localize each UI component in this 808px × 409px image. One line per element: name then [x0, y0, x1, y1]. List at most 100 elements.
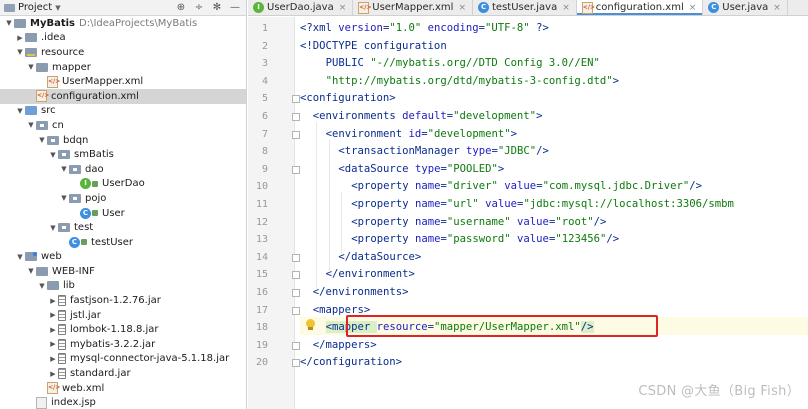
close-icon[interactable]: × [339, 3, 347, 13]
tree-item[interactable]: </> configuration.xml [0, 88, 246, 104]
code-token: <mappers> [312, 303, 371, 316]
editor-tab[interactable]: CtestUser.java × [473, 0, 577, 15]
fold-marker-icon[interactable] [292, 253, 300, 262]
chevron-right-icon[interactable]: ▶ [48, 326, 58, 334]
xml-file-icon: </> [47, 75, 60, 88]
tree-item[interactable]: ▶ lombok-1.18.8.jar [0, 322, 246, 337]
minimize-icon[interactable]: — [228, 2, 242, 13]
tree-item[interactable]: index.jsp [0, 395, 246, 409]
code-line[interactable]: "http://mybatis.org/dtd/mybatis-3-config… [326, 73, 619, 91]
code-line[interactable]: <mapper resource="mapper/UserMapper.xml"… [325, 319, 594, 337]
chevron-right-icon[interactable]: ▶ [48, 311, 58, 319]
tree-item[interactable]: ▼ web [0, 250, 246, 265]
tree-item-label: mapper [52, 61, 91, 73]
fold-marker-icon[interactable] [292, 95, 300, 104]
chevron-down-icon[interactable]: ▼ [26, 121, 36, 129]
fold-marker-icon[interactable] [292, 341, 300, 350]
chevron-down-icon[interactable]: ▼ [37, 136, 47, 144]
chevron-down-icon[interactable]: ▼ [26, 63, 36, 71]
tree-item[interactable]: ▶ mybatis-3.2.2.jar [0, 337, 246, 352]
chevron-right-icon[interactable]: ▶ [15, 34, 25, 42]
code-line[interactable]: <property name="url" value="jdbc:mysql:/… [351, 196, 734, 214]
code-area[interactable]: <?xml version="1.0" encoding="UTF-8" ?> <… [300, 17, 808, 409]
chevron-down-icon[interactable]: ▼ [15, 107, 25, 115]
code-line[interactable]: <transactionManager type="JDBC"/> [338, 143, 549, 161]
close-icon[interactable]: × [562, 3, 570, 13]
tree-item[interactable]: ▼ MyBatis D:\IdeaProjects\MyBatis [0, 16, 246, 31]
chevron-down-icon[interactable]: ▼ [59, 194, 69, 202]
editor-tab[interactable]: </> UserMapper.xml × [353, 0, 474, 15]
tree-item[interactable]: ▶ jstl.jar [0, 308, 246, 323]
fold-marker-icon[interactable] [292, 130, 300, 139]
code-line[interactable]: <!DOCTYPE configuration [300, 38, 447, 56]
editor-tab[interactable]: I UserDao.java × [248, 0, 354, 15]
code-line[interactable]: <configuration> [300, 90, 396, 108]
tree-item[interactable]: C User [0, 206, 246, 221]
close-icon[interactable]: × [689, 3, 697, 13]
tree-item[interactable]: ▼ pojo [0, 191, 246, 206]
locate-icon[interactable]: ⊕ [174, 2, 188, 13]
project-view-selector[interactable]: Project ▼ [4, 2, 61, 13]
code-line[interactable]: </configuration> [300, 354, 402, 372]
code-line[interactable]: <property name="driver" value="com.mysql… [351, 178, 702, 196]
chevron-down-icon[interactable]: ▼ [15, 48, 25, 56]
gear-icon[interactable]: ✻ [210, 2, 224, 13]
chevron-down-icon[interactable]: ▼ [4, 19, 14, 27]
code-line[interactable]: </environments> [313, 284, 409, 302]
collapse-all-icon[interactable]: ÷ [192, 2, 206, 13]
tree-item[interactable]: ▶ .idea [0, 31, 246, 46]
code-line[interactable]: <mappers> [313, 302, 370, 320]
close-icon[interactable]: × [773, 3, 781, 13]
chevron-down-icon[interactable]: ▼ [37, 282, 47, 290]
code-line[interactable]: <dataSource type="POOLED"> [338, 161, 504, 179]
close-icon[interactable]: × [458, 3, 466, 13]
chevron-down-icon[interactable]: ▼ [15, 253, 25, 261]
fold-marker-icon[interactable] [292, 165, 300, 174]
tree-item[interactable]: ▶ standard.jar [0, 366, 246, 381]
code-line[interactable]: </mappers> [313, 337, 377, 355]
code-line[interactable]: <property name="username" value="root"/> [351, 214, 606, 232]
tree-item[interactable]: ▼ src [0, 104, 246, 119]
code-line[interactable]: <?xml version="1.0" encoding="UTF-8" ?> [300, 20, 549, 38]
code-line[interactable]: <environments default="development"> [313, 108, 543, 126]
tree-item[interactable]: </> web.xml [0, 381, 246, 396]
tree-item[interactable]: ▼ smBatis [0, 147, 246, 162]
chevron-right-icon[interactable]: ▶ [48, 370, 58, 378]
fold-marker-icon[interactable] [292, 306, 300, 315]
tree-item[interactable]: ▼ mapper [0, 60, 246, 75]
tree-item[interactable]: </> UserMapper.xml [0, 74, 246, 89]
tree-item[interactable]: ▼ WEB-INF [0, 264, 246, 279]
tree-item[interactable]: ▼ cn [0, 118, 246, 133]
fold-marker-icon[interactable] [292, 289, 300, 297]
fold-marker-icon[interactable] [292, 271, 300, 280]
xml-file-icon: </> [358, 1, 372, 14]
editor-tab[interactable]: </> configuration.xml × [576, 0, 704, 15]
code-token: <transactionManager [338, 145, 466, 158]
code-editor[interactable]: 1 2 3 4 5 6 7 8 9 10 11 12 13 14 15 16 17 18 19 20 <?xml ve… [248, 17, 808, 409]
chevron-down-icon[interactable]: ▼ [26, 267, 36, 275]
fold-marker-icon[interactable] [292, 359, 300, 368]
tree-item[interactable]: I UserDao [0, 177, 246, 192]
chevron-down-icon[interactable]: ▼ [59, 165, 69, 173]
chevron-right-icon[interactable]: ▶ [48, 340, 58, 348]
tree-item[interactable]: ▼ test [0, 220, 246, 235]
chevron-right-icon[interactable]: ▶ [48, 297, 58, 305]
tree-item[interactable]: CtestUser [0, 235, 246, 250]
tree-item[interactable]: ▼ dao [0, 162, 246, 177]
code-line[interactable]: </dataSource> [338, 249, 421, 267]
code-line[interactable]: </environment> [326, 266, 415, 284]
tree-item[interactable]: ▶ fastjson-1.2.76.jar [0, 293, 246, 308]
code-line[interactable]: <property name="password" value="123456"… [351, 231, 619, 249]
tree-item[interactable]: ▼ resource [0, 45, 246, 60]
editor-tab[interactable]: C User.java × [703, 0, 788, 15]
chevron-down-icon[interactable]: ▼ [48, 224, 58, 232]
code-line[interactable]: PUBLIC "-//mybatis.org//DTD Config 3.0//… [326, 55, 600, 73]
tree-item[interactable]: ▶ mysql-connector-java-5.1.18.jar [0, 352, 246, 367]
chevron-right-icon[interactable]: ▶ [48, 355, 58, 363]
tree-item[interactable]: ▼ lib [0, 279, 246, 294]
chevron-down-icon[interactable]: ▼ [48, 151, 58, 159]
code-line[interactable]: <environment id="development"> [326, 126, 517, 144]
tree-item[interactable]: ▼ bdqn [0, 133, 246, 148]
intention-bulb-icon[interactable] [306, 319, 315, 331]
fold-marker-icon[interactable] [292, 113, 300, 121]
